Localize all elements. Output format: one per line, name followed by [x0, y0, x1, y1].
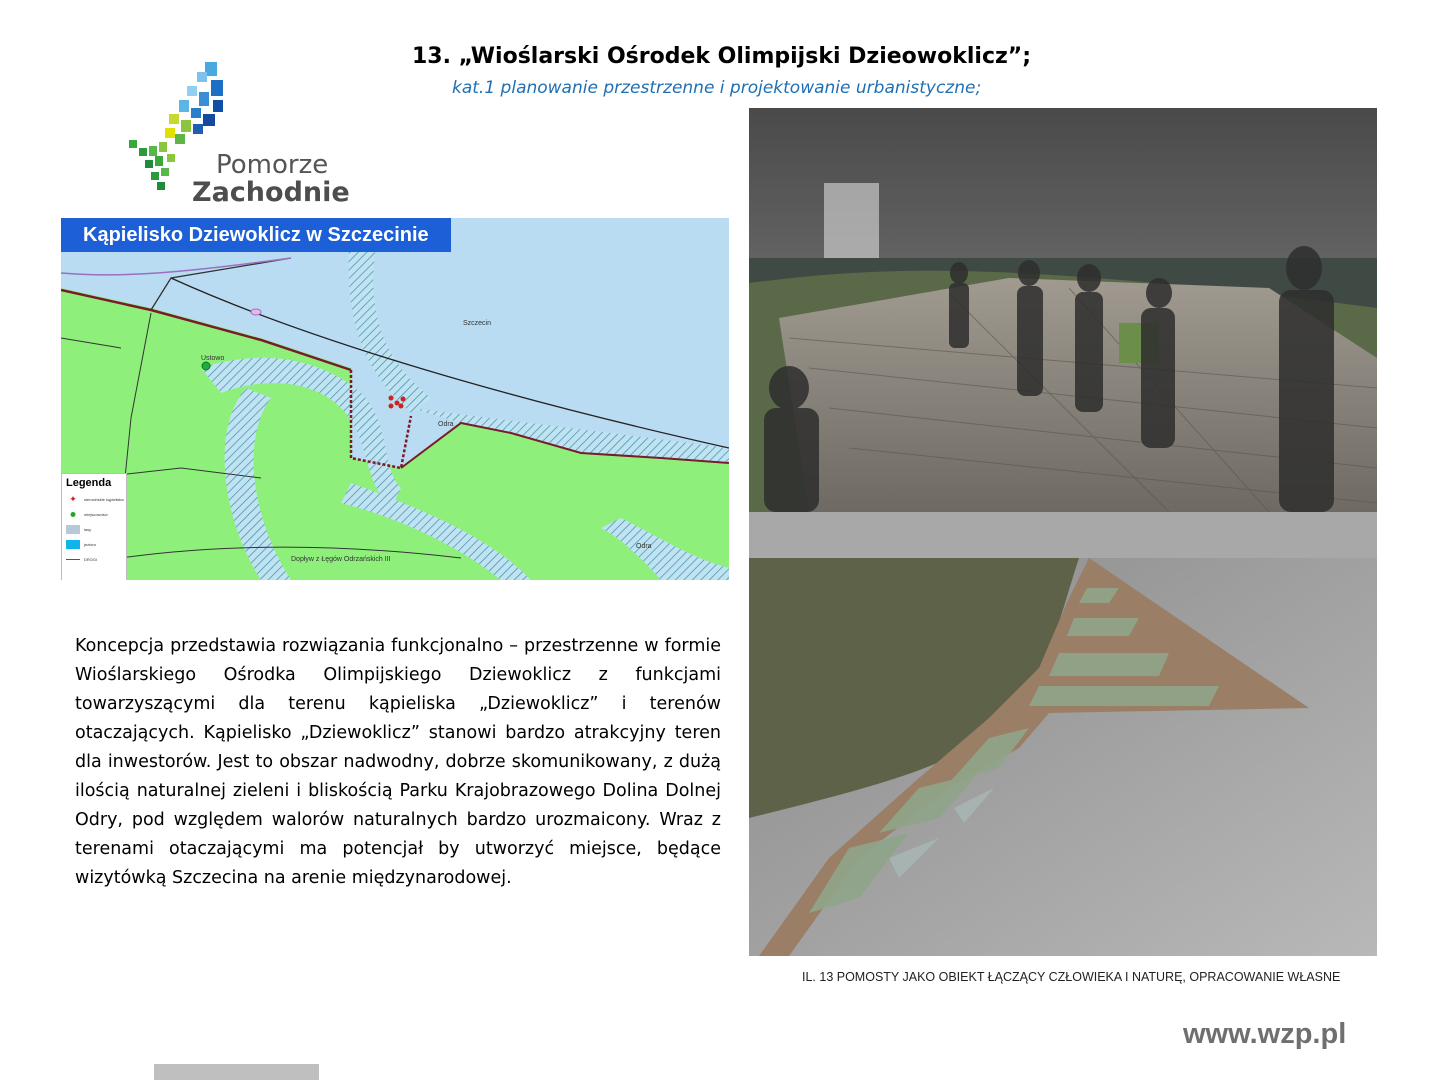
page-title: 13. „Wioślarski Ośrodek Olimpijski Dzieo… [412, 44, 1032, 69]
website-url: www.wzp.pl [1183, 1018, 1347, 1050]
legend-item: miejscowości [62, 507, 126, 522]
logo-mosaic-icon [129, 62, 223, 190]
settlement-dot-icon [66, 510, 80, 519]
description-paragraph: Koncepcja przedstawia rozwiązania funkcj… [75, 636, 721, 888]
legend-item: jeziora [62, 537, 126, 552]
logo-text-pomorze: Pomorze [216, 150, 329, 180]
logo-text-zachodnie: Zachodnie [192, 177, 350, 208]
map-label-odra-2: Odra [636, 543, 652, 550]
legend-item: lasy [62, 522, 126, 537]
map-label-ustowo: Ustowo [201, 355, 225, 362]
map-legend: Legenda ✦ sierocińskie kąpieliska miejsc… [61, 473, 127, 580]
boardwalk-people-render [749, 108, 1377, 512]
forest-swatch-icon [66, 525, 80, 534]
legend-title: Legenda [66, 477, 112, 489]
map-label-doplyw: Dopływ z Łęgów Odrzańskich III [291, 556, 391, 563]
map-image: Kąpielisko Dziewoklicz w Szczecinie Szcz… [61, 218, 729, 580]
road-line-icon [66, 555, 80, 564]
map-label-szczecin: Szczecin [463, 320, 492, 327]
map-label-odra: Odra [438, 421, 454, 428]
bottom-decoration-bar [154, 1064, 319, 1080]
image-separator [749, 512, 1377, 558]
lake-swatch-icon [66, 540, 80, 549]
map-title: Kąpielisko Dziewoklicz w Szczecinie [61, 218, 451, 252]
image-caption: IL. 13 POMOSTY JAKO OBIEKT ŁĄCZĄCY CZŁOW… [802, 970, 1341, 984]
swimming-marker-icon: ✦ [69, 494, 77, 504]
aerial-pier-render [749, 558, 1377, 956]
map-drawing [61, 218, 729, 580]
legend-item: ✦ sierocińskie kąpieliska [62, 492, 126, 507]
page-subtitle: kat.1 planowanie przestrzenne i projekto… [452, 78, 982, 98]
legend-item: DROGI [62, 552, 126, 567]
